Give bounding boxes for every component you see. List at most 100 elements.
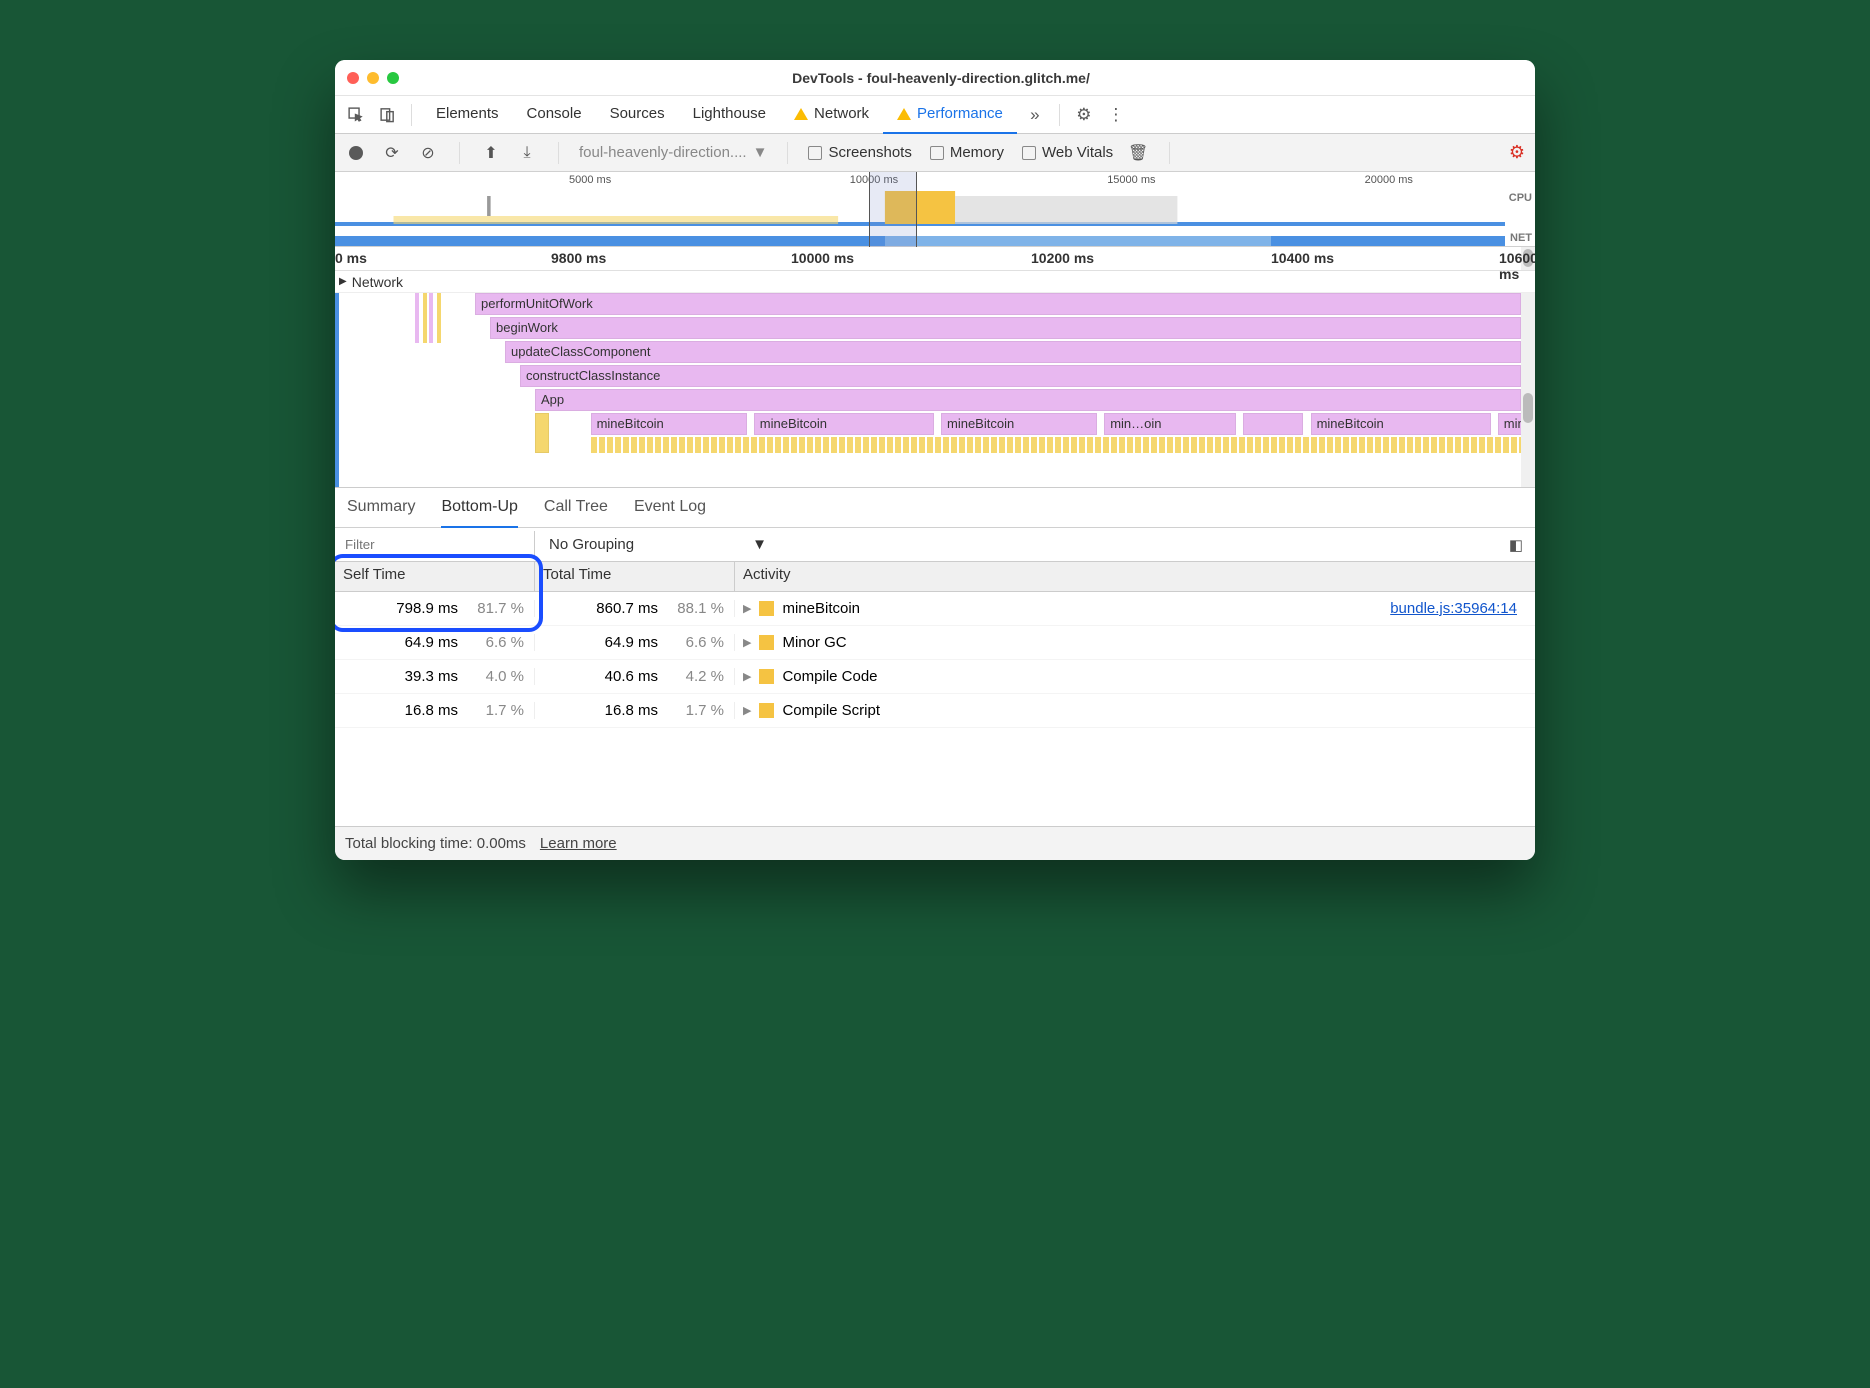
ruler-tick: 10600 ms <box>1499 250 1535 282</box>
status-footer: Total blocking time: 0.00ms Learn more <box>335 826 1535 860</box>
activity-name: mineBitcoin <box>782 600 860 617</box>
activity-name: Minor GC <box>782 634 846 651</box>
source-link[interactable]: bundle.js:35964:14 <box>1390 600 1517 617</box>
flame-frame-mine[interactable] <box>1243 413 1303 435</box>
category-swatch <box>759 703 774 718</box>
flame-frame[interactable]: constructClassInstance <box>520 365 1521 387</box>
flame-frame[interactable] <box>535 413 549 453</box>
grouping-dropdown[interactable]: No Grouping▼ <box>535 536 781 553</box>
col-total-time[interactable]: Total Time <box>535 562 735 591</box>
separator <box>411 104 412 126</box>
capture-settings-icon[interactable]: ⚙ <box>1509 142 1525 163</box>
flame-frame[interactable]: performUnitOfWork <box>475 293 1521 315</box>
col-activity[interactable]: Activity <box>735 562 1535 591</box>
network-track-label: Network <box>352 274 403 290</box>
flame-frame-mine[interactable]: mineBitcoin <box>591 413 747 435</box>
checkbox-screenshots[interactable]: Screenshots <box>808 144 911 161</box>
col-self-time[interactable]: Self Time <box>335 562 535 591</box>
save-profile-icon[interactable]: ⤓ <box>516 142 538 164</box>
subtab-bottom-up[interactable]: Bottom-Up <box>441 488 517 528</box>
kebab-menu-icon[interactable]: ⋮ <box>1102 101 1130 129</box>
learn-more-link[interactable]: Learn more <box>540 835 617 852</box>
checkbox-web-vitals[interactable]: Web Vitals <box>1022 144 1113 161</box>
toggle-sidebar-icon[interactable]: ◧ <box>1497 536 1535 554</box>
overview-net <box>335 236 1505 246</box>
flame-frame[interactable]: beginWork <box>490 317 1521 339</box>
expand-icon: ▶ <box>743 704 751 717</box>
close-dot[interactable] <box>347 72 359 84</box>
trash-icon[interactable]: 🗑 <box>1127 142 1149 164</box>
ruler-tick: 10000 ms <box>791 250 854 266</box>
network-track-header[interactable]: ▶ Network <box>335 271 1535 293</box>
record-button[interactable] <box>345 142 367 164</box>
reload-record-button[interactable]: ⟳ <box>381 142 403 164</box>
table-body: 798.9 ms81.7 %860.7 ms88.1 %▶mineBitcoin… <box>335 592 1535 728</box>
expand-triangle-icon: ▶ <box>339 276 347 287</box>
window-title: DevTools - foul-heavenly-direction.glitc… <box>399 70 1523 86</box>
filter-input[interactable] <box>335 531 535 558</box>
load-profile-icon[interactable]: ⬆ <box>480 142 502 164</box>
clear-button[interactable]: ⊘ <box>417 142 439 164</box>
checkbox-icon <box>808 146 822 160</box>
subtab-event-log[interactable]: Event Log <box>634 488 706 528</box>
detail-subtabs: Summary Bottom-Up Call Tree Event Log <box>335 488 1535 528</box>
perf-toolbar: ⟳ ⊘ ⬆ ⤓ foul-heavenly-direction.... ▼ Sc… <box>335 134 1535 172</box>
overview-ticks: 5000 ms 10000 ms 15000 ms 20000 ms <box>335 172 1505 186</box>
ruler-tick: 10200 ms <box>1031 250 1094 266</box>
table-header-wrap: Self Time Total Time Activity 798.9 ms81… <box>335 562 1535 728</box>
profile-dropdown[interactable]: foul-heavenly-direction.... ▼ <box>579 144 767 161</box>
flame-scrollbar[interactable] <box>1521 293 1535 487</box>
ruler-tick: 9800 ms <box>551 250 606 266</box>
category-swatch <box>759 635 774 650</box>
category-swatch <box>759 669 774 684</box>
checkbox-memory[interactable]: Memory <box>930 144 1004 161</box>
table-row[interactable]: 798.9 ms81.7 %860.7 ms88.1 %▶mineBitcoin… <box>335 592 1535 626</box>
more-tabs-icon[interactable]: » <box>1021 101 1049 129</box>
tab-performance[interactable]: Performance <box>883 96 1017 134</box>
tab-lighthouse[interactable]: Lighthouse <box>679 96 780 134</box>
flame-frame-mine[interactable]: mineBitcoin <box>941 413 1097 435</box>
table-row[interactable]: 39.3 ms4.0 %40.6 ms4.2 %▶Compile Code <box>335 660 1535 694</box>
activity-name: Compile Script <box>782 702 880 719</box>
ruler-tick: 0 ms <box>335 250 367 266</box>
blocking-time-text: Total blocking time: 0.00ms <box>345 835 526 852</box>
profile-dropdown-label: foul-heavenly-direction.... <box>579 144 747 161</box>
tab-console[interactable]: Console <box>513 96 596 134</box>
tab-network[interactable]: Network <box>780 96 883 134</box>
tab-sources[interactable]: Sources <box>596 96 679 134</box>
activity-name: Compile Code <box>782 668 877 685</box>
flame-frame-mine[interactable]: mineBitcoin <box>1311 413 1491 435</box>
net-label: NET <box>1510 232 1532 244</box>
ruler-tick: 10400 ms <box>1271 250 1334 266</box>
device-toggle-icon[interactable] <box>373 101 401 129</box>
expand-icon: ▶ <box>743 670 751 683</box>
flame-ticks <box>591 437 1521 453</box>
overview-selection[interactable] <box>869 172 917 247</box>
flame-frame-mine[interactable]: mineBitcoin <box>754 413 934 435</box>
table-row[interactable]: 16.8 ms1.7 %16.8 ms1.7 %▶Compile Script <box>335 694 1535 728</box>
tab-elements[interactable]: Elements <box>422 96 513 134</box>
category-swatch <box>759 601 774 616</box>
detail-ruler[interactable]: 0 ms9800 ms10000 ms10200 ms10400 ms10600… <box>335 247 1535 271</box>
titlebar: DevTools - foul-heavenly-direction.glitc… <box>335 60 1535 96</box>
subtab-summary[interactable]: Summary <box>347 488 415 528</box>
table-row[interactable]: 64.9 ms6.6 %64.9 ms6.6 %▶Minor GC <box>335 626 1535 660</box>
inspect-icon[interactable] <box>341 101 369 129</box>
checkbox-icon <box>930 146 944 160</box>
maximize-dot[interactable] <box>387 72 399 84</box>
minimize-dot[interactable] <box>367 72 379 84</box>
traffic-lights <box>347 72 399 84</box>
filter-row: No Grouping▼ ◧ <box>335 528 1535 562</box>
cpu-label: CPU <box>1509 192 1532 204</box>
checkbox-icon <box>1022 146 1036 160</box>
flame-chart[interactable]: performUnitOfWorkbeginWorkupdateClassCom… <box>335 293 1535 488</box>
separator <box>1059 104 1060 126</box>
expand-icon: ▶ <box>743 636 751 649</box>
timeline-overview[interactable]: 5000 ms 10000 ms 15000 ms 20000 ms CPU N… <box>335 172 1535 247</box>
expand-icon: ▶ <box>743 602 751 615</box>
flame-frame[interactable]: App <box>535 389 1521 411</box>
flame-frame[interactable]: updateClassComponent <box>505 341 1521 363</box>
settings-gear-icon[interactable]: ⚙ <box>1070 101 1098 129</box>
subtab-call-tree[interactable]: Call Tree <box>544 488 608 528</box>
flame-frame-mine[interactable]: min…oin <box>1104 413 1236 435</box>
